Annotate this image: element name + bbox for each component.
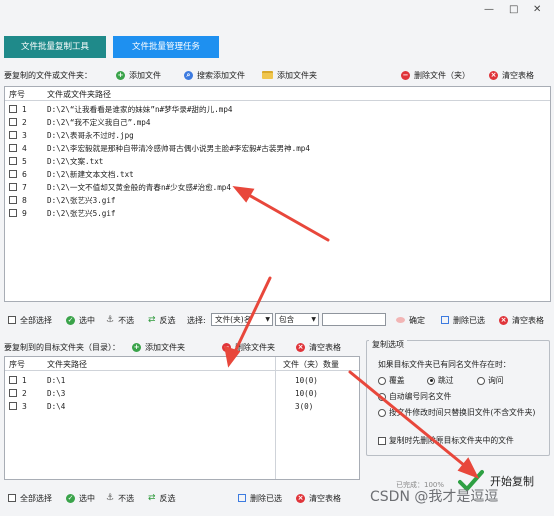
arrow-head — [232, 186, 255, 203]
arrow-to-target-table — [230, 276, 272, 360]
arrow-to-start-button — [348, 370, 472, 472]
annotation-arrows — [224, 186, 480, 479]
arrow-to-source-row — [238, 188, 330, 242]
arrow-head — [224, 345, 241, 368]
